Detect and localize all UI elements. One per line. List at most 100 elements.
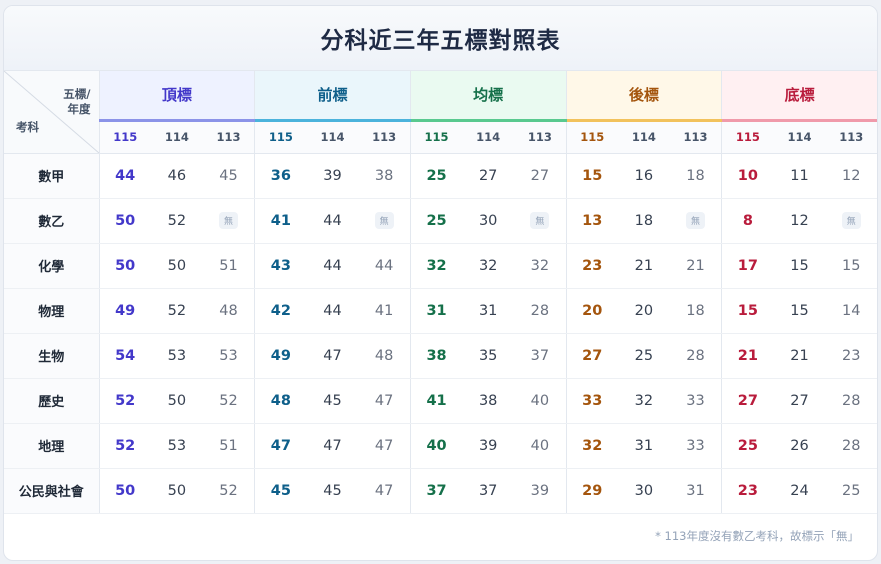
score-cell: 15: [773, 243, 826, 289]
score-cell: 28: [825, 423, 877, 469]
score-cell: 46: [150, 153, 203, 199]
subject-label: 數乙: [4, 198, 100, 244]
score-cell: 48: [254, 378, 307, 424]
score-cell: 32: [514, 243, 567, 289]
score-cell: 54: [99, 333, 151, 379]
corner-top-line1: 五標/: [63, 87, 91, 101]
score-cell: 45: [202, 153, 256, 199]
corner-header: 五標/ 年度 考科: [4, 71, 100, 154]
table-body: 數甲 44 46 45 36 39 38 25 27 27 15 16 18 10 11 12 數乙 50 52 無 4…: [4, 153, 877, 514]
score-cell: 31: [669, 468, 723, 514]
score-cell: 52: [99, 378, 151, 424]
score-cell: 33: [566, 378, 618, 424]
subject-label: 公民與社會: [4, 468, 100, 514]
score-cell: 16: [617, 153, 670, 199]
score-cell: 47: [254, 423, 307, 469]
table-row: 地理 52 53 51 47 47 47 40 39 40 32 31 33 25 26 28: [4, 423, 877, 469]
year-header-row: 115 114 113 115 114 113 115 114 113 115 114 113 115 1…: [4, 120, 877, 154]
score-cell: 53: [150, 423, 203, 469]
group-header: 均標: [410, 71, 567, 122]
year-header: 114: [306, 120, 359, 154]
score-cell: 32: [566, 423, 618, 469]
score-cell: 32: [410, 243, 463, 289]
score-cell: 51: [202, 423, 256, 469]
subject-label: 地理: [4, 423, 100, 469]
score-cell: 47: [306, 423, 359, 469]
score-cell: 50: [150, 243, 203, 289]
score-cell: 28: [514, 288, 567, 334]
score-cell: 24: [773, 468, 826, 514]
score-cell: 18: [669, 153, 723, 199]
score-cell: 49: [254, 333, 307, 379]
score-cell: 47: [358, 423, 411, 469]
score-cell: 45: [306, 468, 359, 514]
score-cell: 25: [825, 468, 877, 514]
score-cell: 48: [358, 333, 411, 379]
score-cell: 27: [514, 153, 567, 199]
score-cell: 40: [514, 423, 567, 469]
score-cell: 37: [514, 333, 567, 379]
group-header: 底標: [721, 71, 877, 122]
score-cell: 15: [825, 243, 877, 289]
score-cell: 35: [462, 333, 515, 379]
group-header: 後標: [566, 71, 723, 122]
score-cell: 15: [773, 288, 826, 334]
missing-badge: 無: [374, 212, 394, 229]
score-cell: 14: [825, 288, 877, 334]
score-cell: 31: [462, 288, 515, 334]
score-cell: 41: [254, 198, 307, 244]
table-row: 數乙 50 52 無 41 44 無 25 30 無 13 18 無 8 12 無: [4, 198, 877, 244]
missing-cell: 無: [358, 198, 411, 244]
score-cell: 32: [617, 378, 670, 424]
score-cell: 37: [410, 468, 463, 514]
score-table-card: 分科近三年五標對照表 五標/ 年度 考科 頂標 前標 均標 後標 底標 115 114 11…: [3, 5, 878, 561]
score-cell: 32: [462, 243, 515, 289]
subject-label: 物理: [4, 288, 100, 334]
score-cell: 50: [99, 243, 151, 289]
score-cell: 37: [462, 468, 515, 514]
group-header-row: 五標/ 年度 考科 頂標 前標 均標 後標 底標: [4, 71, 877, 154]
score-cell: 52: [202, 468, 256, 514]
missing-cell: 無: [669, 198, 723, 244]
year-header: 115: [410, 120, 463, 154]
score-cell: 29: [566, 468, 618, 514]
missing-cell: 無: [202, 198, 256, 244]
score-cell: 48: [202, 288, 256, 334]
subject-label: 化學: [4, 243, 100, 289]
score-cell: 13: [566, 198, 618, 244]
score-cell: 44: [306, 288, 359, 334]
page-title: 分科近三年五標對照表: [320, 28, 561, 54]
score-cell: 27: [721, 378, 774, 424]
score-cell: 52: [150, 288, 203, 334]
subject-label: 歷史: [4, 378, 100, 424]
score-cell: 21: [721, 333, 774, 379]
score-cell: 31: [410, 288, 463, 334]
score-cell: 51: [202, 243, 256, 289]
score-cell: 41: [358, 288, 411, 334]
score-cell: 43: [254, 243, 307, 289]
score-cell: 20: [566, 288, 618, 334]
score-cell: 11: [773, 153, 826, 199]
score-cell: 52: [150, 198, 203, 244]
subject-label: 生物: [4, 333, 100, 379]
footer-note: * 113年度沒有數乙考科，故標示「無」: [655, 529, 859, 543]
score-cell: 50: [150, 378, 203, 424]
score-cell: 23: [566, 243, 618, 289]
table-row: 數甲 44 46 45 36 39 38 25 27 27 15 16 18 10 11 12: [4, 153, 877, 199]
year-header: 113: [514, 120, 567, 154]
score-cell: 38: [410, 333, 463, 379]
score-cell: 23: [825, 333, 877, 379]
title-bar: 分科近三年五標對照表: [4, 6, 877, 71]
score-cell: 10: [721, 153, 774, 199]
missing-badge: 無: [218, 212, 238, 229]
missing-badge: 無: [841, 212, 861, 229]
table-row: 公民與社會 50 50 52 45 45 47 37 37 39 29 30 31 23 24 25: [4, 468, 877, 514]
score-cell: 15: [566, 153, 618, 199]
score-cell: 52: [202, 378, 256, 424]
score-cell: 44: [99, 153, 151, 199]
score-cell: 44: [358, 243, 411, 289]
score-cell: 28: [669, 333, 723, 379]
score-cell: 28: [825, 378, 877, 424]
score-cell: 44: [306, 198, 359, 244]
score-cell: 33: [669, 378, 723, 424]
